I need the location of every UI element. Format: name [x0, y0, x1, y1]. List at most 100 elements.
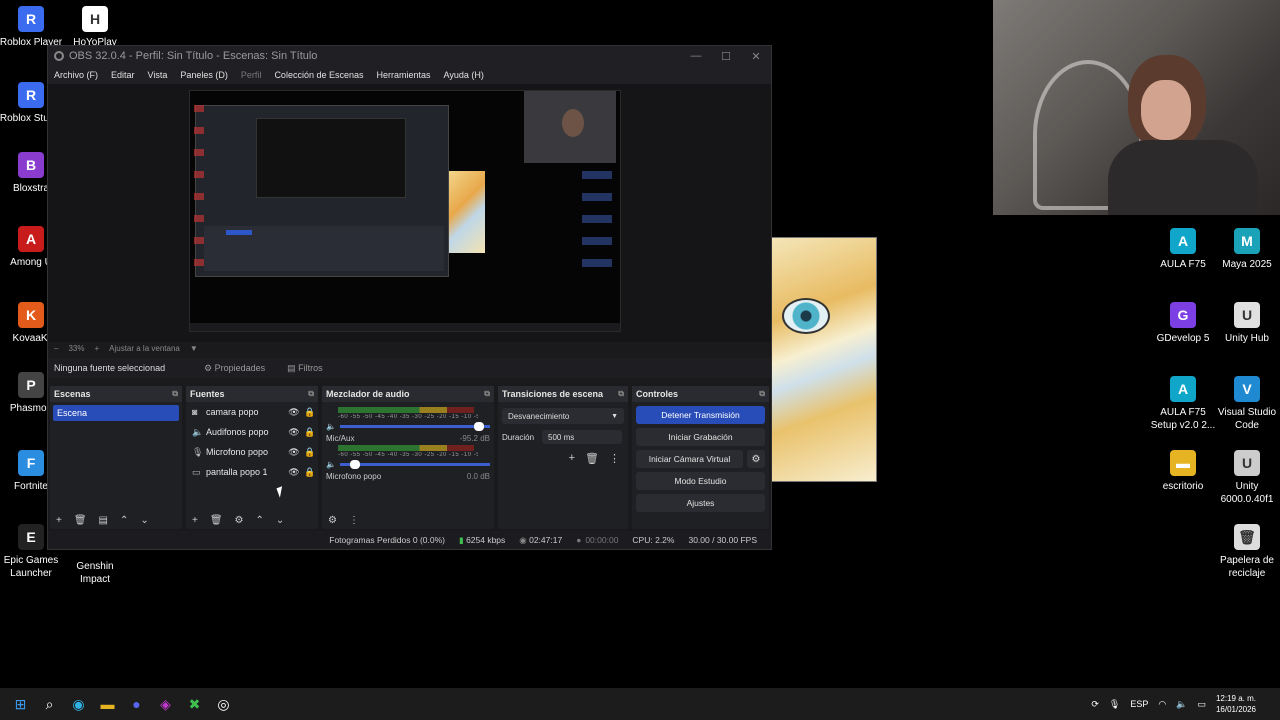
volume-icon[interactable]: 🔈 [1176, 699, 1187, 710]
add-scene-icon[interactable]: + [56, 515, 62, 526]
desktop-icon[interactable]: R Roblox Player [0, 6, 64, 49]
remove-scene-icon[interactable]: 🗑 [74, 515, 87, 526]
menu-ayuda[interactable]: Ayuda (H) [444, 70, 484, 80]
wifi-icon[interactable]: ◠ [1158, 699, 1166, 710]
desktop-icon[interactable]: 🗑 Papelera de reciclaje [1214, 524, 1280, 580]
language-indicator[interactable]: ESP [1130, 699, 1148, 709]
lock-icon[interactable]: 🔒 [302, 447, 318, 458]
discord-icon[interactable]: ● [122, 688, 151, 720]
app-icon[interactable]: ◈ [151, 688, 180, 720]
speaker-icon[interactable]: 🔈 [326, 422, 336, 431]
desktop-icon[interactable]: M Maya 2025 [1214, 228, 1280, 271]
lock-icon[interactable]: 🔒 [302, 467, 318, 478]
start-icon[interactable]: ⊞ [6, 688, 35, 720]
app-icon: P [18, 372, 44, 398]
visibility-eye-icon[interactable]: 👁 [286, 407, 302, 418]
menu-editar[interactable]: Editar [111, 70, 135, 80]
add-source-icon[interactable]: + [192, 515, 198, 526]
battery-icon[interactable]: ▭ [1197, 699, 1206, 710]
undock-icon[interactable]: ⧉ [618, 389, 624, 399]
preview-area[interactable] [48, 84, 771, 342]
undock-icon[interactable]: ⧉ [308, 389, 314, 399]
controls-title: Controles [636, 389, 679, 399]
desktop-icon[interactable]: G GDevelop 5 [1150, 302, 1216, 345]
menu-perfil[interactable]: Perfil [241, 70, 262, 80]
lock-icon[interactable]: 🔒 [302, 427, 318, 438]
minimize-button[interactable]: — [681, 50, 711, 63]
scene-item[interactable]: Escena [53, 405, 179, 421]
visibility-eye-icon[interactable]: 👁 [286, 427, 302, 438]
microphone-icon[interactable]: 🎙 [1109, 699, 1120, 710]
desktop-icon[interactable]: ▬ escritorio [1150, 450, 1216, 493]
close-button[interactable]: ✕ [741, 50, 771, 63]
speaker-icon[interactable]: 🔈 [326, 460, 336, 469]
lock-icon[interactable]: 🔒 [302, 407, 318, 418]
mixer-settings-icon[interactable]: ⚙ [328, 515, 337, 526]
maximize-button[interactable]: ☐ [711, 50, 741, 63]
move-up-icon[interactable]: ⌃ [120, 515, 128, 526]
meter-scale: -60 -55 -50 -45 -40 -35 -30 -25 -20 -15 … [338, 452, 478, 458]
sync-icon[interactable]: ⟳ [1091, 699, 1099, 710]
desktop-icon[interactable]: V Visual Studio Code [1214, 376, 1280, 432]
obs-icon[interactable]: ◎ [209, 688, 238, 720]
desktop-icon[interactable]: A AULA F75 Setup v2.0 2... [1150, 376, 1216, 432]
mixer-menu-icon[interactable]: ⋮ [349, 515, 359, 526]
filters-button[interactable]: ▤ Filtros [281, 361, 329, 376]
menu-coleccion[interactable]: Colección de Escenas [274, 70, 363, 80]
volume-knob[interactable] [349, 460, 360, 469]
source-item[interactable]: 🔈 Audifonos popo 👁 🔒 [186, 422, 318, 442]
studio-mode-button[interactable]: Modo Estudio [636, 472, 765, 490]
move-down-icon[interactable]: ⌄ [276, 515, 284, 526]
controls-dock: Controles ⧉ Detener Transmisión Iniciar G… [632, 386, 769, 529]
volume-slider[interactable] [339, 422, 490, 431]
preview-canvas[interactable] [189, 90, 621, 332]
source-settings-icon[interactable]: ⚙ [235, 515, 244, 526]
menu-vista[interactable]: Vista [148, 70, 168, 80]
remove-transition-icon[interactable]: 🗑 [585, 452, 599, 465]
source-item[interactable]: ◙ camara popo 👁 🔒 [186, 402, 318, 422]
move-down-icon[interactable]: ⌄ [140, 515, 148, 526]
volume-slider[interactable] [339, 460, 490, 469]
source-item[interactable]: ▭ pantalla popo 1 👁 🔒 [186, 462, 318, 482]
move-up-icon[interactable]: ⌃ [256, 515, 264, 526]
clock[interactable]: 12:19 a. m. 16/01/2026 [1216, 693, 1256, 715]
add-transition-icon[interactable]: + [569, 452, 575, 465]
visibility-eye-icon[interactable]: 👁 [286, 447, 302, 458]
duration-field[interactable]: 500 ms [542, 430, 623, 444]
xbox-icon[interactable]: ✖ [180, 688, 209, 720]
stop-stream-button[interactable]: Detener Transmisión [636, 406, 765, 424]
app-icon: B [18, 152, 44, 178]
transition-menu-icon[interactable]: ⋮ [609, 452, 620, 465]
sources-title: Fuentes [190, 389, 225, 399]
gear-icon[interactable]: ⚙ [747, 450, 765, 468]
menu-archivo[interactable]: Archivo (F) [54, 70, 98, 80]
desktop-icon[interactable]: H HoYoPlay [62, 6, 128, 49]
undock-icon[interactable]: ⧉ [172, 389, 178, 399]
start-recording-button[interactable]: Iniciar Grabación [636, 428, 765, 446]
remove-source-icon[interactable]: 🗑 [210, 515, 223, 526]
transition-select[interactable]: Desvanecimiento ▼ [502, 408, 624, 424]
file-explorer-icon[interactable]: ▬ [93, 688, 122, 720]
app-icon: M [1234, 228, 1260, 254]
volume-knob[interactable] [474, 422, 485, 431]
undock-icon[interactable]: ⧉ [484, 389, 490, 399]
properties-button[interactable]: ⚙ Propiedades [198, 361, 271, 376]
menu-paneles[interactable]: Paneles (D) [180, 70, 228, 80]
stream-icon: ◉ [519, 534, 527, 545]
edge-icon[interactable]: ◉ [64, 688, 93, 720]
fit-label[interactable]: Ajustar a la ventana [109, 344, 180, 353]
scene-filter-icon[interactable]: ▤ [99, 515, 108, 526]
virtual-camera-button[interactable]: Iniciar Cámara Virtual [636, 450, 743, 468]
visibility-eye-icon[interactable]: 👁 [286, 467, 302, 478]
desktop-icon[interactable]: A AULA F75 [1150, 228, 1216, 271]
undock-icon[interactable]: ⧉ [759, 389, 765, 399]
zoom-in-button[interactable]: + [94, 344, 99, 353]
fit-dropdown-icon[interactable]: ▼ [190, 344, 198, 353]
desktop-icon[interactable]: U Unity 6000.0.40f1 [1214, 450, 1280, 506]
search-icon[interactable]: ⌕ [35, 688, 64, 720]
settings-button[interactable]: Ajustes [636, 494, 765, 512]
menu-herramientas[interactable]: Herramientas [377, 70, 431, 80]
zoom-out-button[interactable]: – [54, 344, 58, 353]
source-item[interactable]: 🎙 Microfono popo 👁 🔒 [186, 442, 318, 462]
desktop-icon[interactable]: U Unity Hub [1214, 302, 1280, 345]
